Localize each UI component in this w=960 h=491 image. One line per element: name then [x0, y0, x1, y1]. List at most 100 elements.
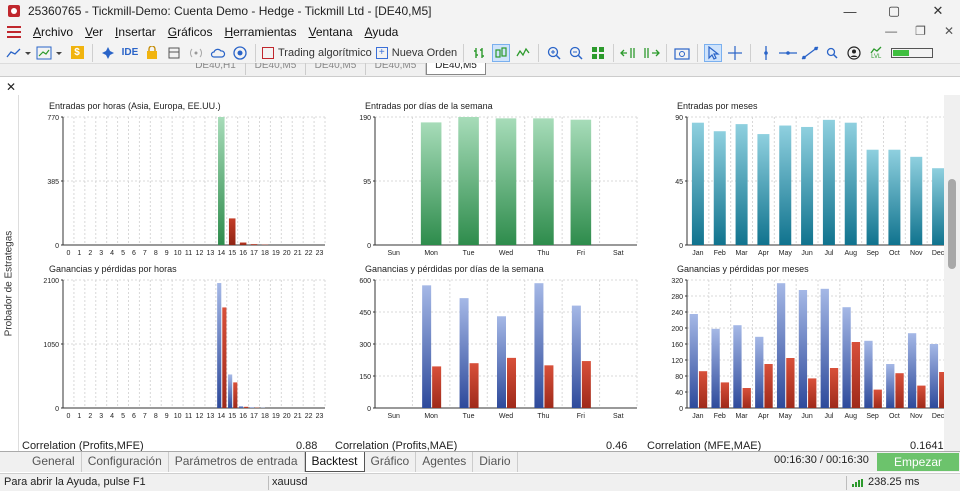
ide-button[interactable]: IDE — [121, 44, 139, 62]
mql5-icon[interactable] — [231, 44, 249, 62]
dollar-icon[interactable]: $ — [68, 44, 86, 62]
chart-tab[interactable]: DE40,M5 — [246, 63, 306, 75]
menu-insertar[interactable]: Insertar — [109, 25, 162, 39]
line-chart-icon[interactable] — [514, 44, 532, 62]
x-tick-label: 11 — [185, 250, 192, 257]
zoom-in-icon[interactable] — [545, 44, 563, 62]
chart-tab[interactable]: DE40,H1 — [186, 63, 246, 75]
x-tick-label: 3 — [99, 413, 103, 420]
trend-line-icon[interactable] — [801, 44, 819, 62]
zoom-out-icon[interactable] — [567, 44, 585, 62]
profit-bar — [886, 364, 895, 408]
tab-diario[interactable]: Diario — [473, 452, 518, 472]
maximize-button[interactable]: ▢ — [872, 0, 916, 22]
x-tick-label: 7 — [143, 413, 147, 420]
pl-by-weekday-chart: Ganancias y pérdidas por días de la sema… — [345, 264, 647, 428]
vertical-line-icon[interactable] — [757, 44, 775, 62]
signals-icon[interactable] — [99, 44, 117, 62]
x-tick-label: 11 — [185, 413, 192, 420]
menu-graficos[interactable]: Gráficos — [162, 25, 219, 39]
start-button[interactable]: Empezar — [877, 453, 959, 471]
minimize-button[interactable]: — — [828, 0, 872, 22]
new-order-button[interactable]: + Nueva Orden — [375, 44, 457, 62]
child-close-button[interactable]: ✕ — [944, 24, 954, 38]
menu-ayuda[interactable]: Ayuda — [359, 25, 405, 39]
toolbar-separator — [666, 43, 668, 62]
menu-ver[interactable]: Ver — [79, 25, 109, 39]
level-icon[interactable]: LVL — [867, 44, 885, 62]
algo-trading-button[interactable]: Trading algorítmico — [262, 44, 372, 62]
screenshot-icon[interactable] — [673, 44, 691, 62]
app-menu-icon[interactable] — [7, 26, 21, 38]
entries-bar — [570, 119, 592, 245]
entries-bar — [239, 242, 247, 245]
entries-bar — [533, 118, 554, 245]
vps-icon[interactable] — [165, 44, 183, 62]
broadcast-icon[interactable] — [187, 44, 205, 62]
tab-general[interactable]: General — [26, 452, 82, 472]
menu-herramientas[interactable]: Herramientas — [218, 25, 302, 39]
cursor-icon[interactable] — [704, 43, 723, 62]
strategy-tester-panel: ✕ Entradas por horas (Asia, Europa, EE.U… — [0, 76, 960, 476]
tile-windows-icon[interactable] — [589, 44, 607, 62]
y-tick-label: 600 — [359, 278, 371, 285]
profit-bar — [755, 336, 764, 408]
child-minimize-button[interactable]: — — [885, 24, 897, 38]
x-tick-label: Jan — [692, 250, 703, 257]
correlations-row: Correlation (Profits,MFE) 0.88 Correlati… — [18, 438, 944, 452]
tab-agentes[interactable]: Agentes — [416, 452, 474, 472]
vertical-scrollbar[interactable] — [944, 95, 960, 453]
y-tick-label: 385 — [47, 179, 59, 186]
menu-archivo[interactable]: Archivo — [27, 25, 79, 39]
templates-icon[interactable] — [36, 44, 64, 62]
cloud-icon[interactable] — [209, 44, 227, 62]
entries-bar — [757, 134, 770, 245]
x-tick-label: Dec — [932, 250, 945, 257]
chart-tab[interactable]: DE40,M5 — [306, 63, 366, 75]
toolbar-separator — [255, 43, 256, 62]
chart-shift-icon[interactable] — [642, 44, 661, 62]
x-tick-label: 19 — [272, 250, 280, 257]
close-window-button[interactable]: ✕ — [916, 0, 960, 22]
x-tick-label: Thu — [537, 413, 549, 420]
x-tick-label: Sep — [866, 250, 879, 257]
title-bar: 25360765 - Tickmill-Demo: Cuenta Demo - … — [0, 0, 960, 22]
x-tick-label: 5 — [121, 413, 125, 420]
loss-bar — [895, 373, 904, 408]
x-tick-label: Fri — [577, 413, 586, 420]
profit-bar — [864, 340, 873, 408]
loss-bar — [544, 365, 554, 408]
chart-type-icon[interactable] — [6, 44, 32, 62]
x-tick-label: 21 — [294, 413, 302, 420]
x-tick-label: 15 — [228, 413, 236, 420]
x-tick-label: 6 — [132, 250, 136, 257]
candlestick-chart-icon[interactable] — [492, 43, 511, 62]
search-icon[interactable] — [823, 44, 841, 62]
tab-grafico[interactable]: Gráfico — [365, 452, 417, 472]
chart-tab-active[interactable]: DE40,M5 — [426, 63, 486, 75]
entries-bar — [932, 168, 945, 245]
child-restore-button[interactable]: ❐ — [915, 24, 926, 38]
scrollbar-thumb[interactable] — [948, 179, 956, 269]
entries-bar — [910, 156, 923, 245]
loss-bar — [917, 385, 926, 408]
tab-parametros[interactable]: Parámetros de entrada — [169, 452, 305, 472]
profit-bar — [798, 290, 808, 408]
horizontal-line-icon[interactable] — [779, 44, 798, 62]
tab-configuracion[interactable]: Configuración — [82, 452, 169, 472]
account-icon[interactable] — [845, 44, 863, 62]
chart-tab[interactable]: DE40,M5 — [366, 63, 426, 75]
auto-scroll-icon[interactable] — [620, 44, 638, 62]
profit-bar — [422, 285, 432, 408]
market-icon[interactable] — [143, 44, 161, 62]
crosshair-icon[interactable] — [726, 44, 744, 62]
bar-chart-icon[interactable] — [470, 44, 488, 62]
tab-backtest[interactable]: Backtest — [304, 452, 365, 472]
menu-ventana[interactable]: Ventana — [302, 25, 358, 39]
close-panel-icon[interactable]: ✕ — [6, 80, 16, 94]
profit-bar — [820, 288, 829, 408]
y-tick-label: 0 — [55, 243, 59, 250]
x-tick-label: 13 — [206, 250, 214, 257]
y-tick-label: 2100 — [43, 278, 59, 285]
x-tick-label: 8 — [154, 413, 158, 420]
